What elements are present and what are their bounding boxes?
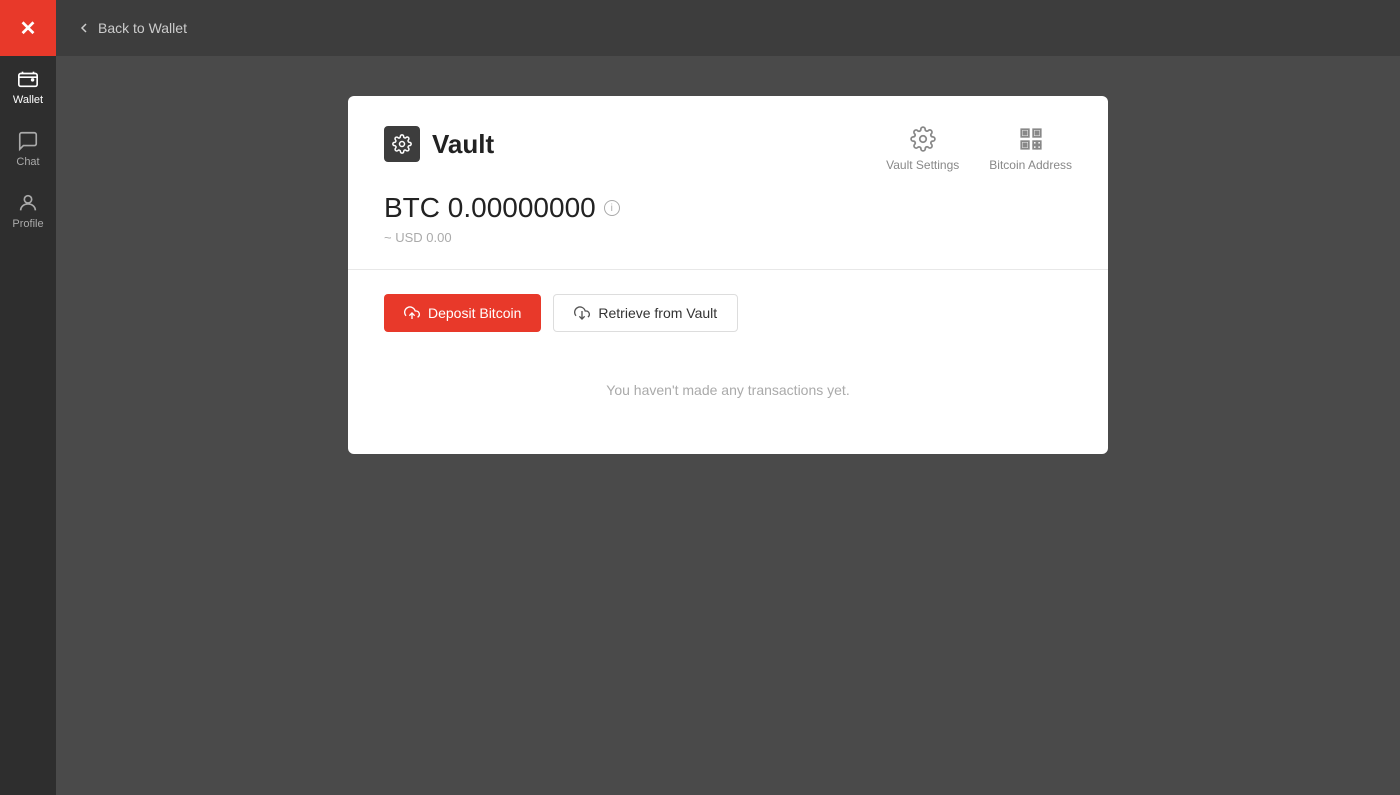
chat-icon bbox=[17, 130, 39, 152]
info-icon[interactable]: i bbox=[604, 200, 620, 216]
back-to-wallet-link[interactable]: Back to Wallet bbox=[76, 20, 187, 36]
page-content: Vault Vault Settings bbox=[56, 56, 1400, 795]
sidebar-item-chat[interactable]: Chat bbox=[0, 118, 56, 180]
sidebar-item-profile-label: Profile bbox=[12, 218, 43, 230]
sidebar-item-chat-label: Chat bbox=[16, 156, 39, 168]
chevron-left-icon bbox=[76, 20, 92, 36]
main-content: Back to Wallet Vault bbox=[56, 0, 1400, 795]
sidebar-item-profile[interactable]: Profile bbox=[0, 180, 56, 242]
back-label: Back to Wallet bbox=[98, 20, 187, 36]
divider bbox=[348, 269, 1108, 270]
vault-header: Vault Vault Settings bbox=[384, 126, 1072, 172]
vault-settings-button[interactable]: Vault Settings bbox=[886, 126, 959, 172]
usd-balance: ~ USD 0.00 bbox=[384, 230, 1072, 245]
download-icon bbox=[574, 305, 590, 321]
retrieve-from-vault-button[interactable]: Retrieve from Vault bbox=[553, 294, 738, 332]
vault-title: Vault bbox=[432, 129, 494, 160]
deposit-label: Deposit Bitcoin bbox=[428, 305, 521, 321]
logo-button[interactable]: ✕ bbox=[0, 0, 56, 56]
sidebar: ✕ Wallet Chat Profile bbox=[0, 0, 56, 795]
btc-balance: BTC 0.00000000 i bbox=[384, 192, 1072, 224]
bitcoin-address-label: Bitcoin Address bbox=[989, 158, 1072, 172]
vault-actions: Vault Settings bbox=[886, 126, 1072, 172]
upload-icon bbox=[404, 305, 420, 321]
deposit-bitcoin-button[interactable]: Deposit Bitcoin bbox=[384, 294, 541, 332]
sidebar-item-wallet[interactable]: Wallet bbox=[0, 56, 56, 118]
topbar: Back to Wallet bbox=[56, 0, 1400, 56]
sidebar-item-wallet-label: Wallet bbox=[13, 94, 43, 106]
bitcoin-address-button[interactable]: Bitcoin Address bbox=[989, 126, 1072, 172]
wallet-icon bbox=[17, 68, 39, 90]
retrieve-label: Retrieve from Vault bbox=[598, 305, 717, 321]
empty-transactions-message: You haven't made any transactions yet. bbox=[384, 362, 1072, 418]
vault-icon-box bbox=[384, 126, 420, 162]
btc-balance-value: BTC 0.00000000 bbox=[384, 192, 596, 224]
vault-settings-label: Vault Settings bbox=[886, 158, 959, 172]
action-buttons: Deposit Bitcoin Retrieve from Vault bbox=[384, 294, 1072, 332]
qr-code-icon bbox=[1018, 126, 1044, 152]
vault-title-section: Vault bbox=[384, 126, 494, 162]
close-icon: ✕ bbox=[20, 16, 37, 41]
vault-card: Vault Vault Settings bbox=[348, 96, 1108, 454]
vault-gear-icon bbox=[392, 134, 412, 154]
profile-icon bbox=[17, 192, 39, 214]
settings-icon bbox=[910, 126, 936, 152]
